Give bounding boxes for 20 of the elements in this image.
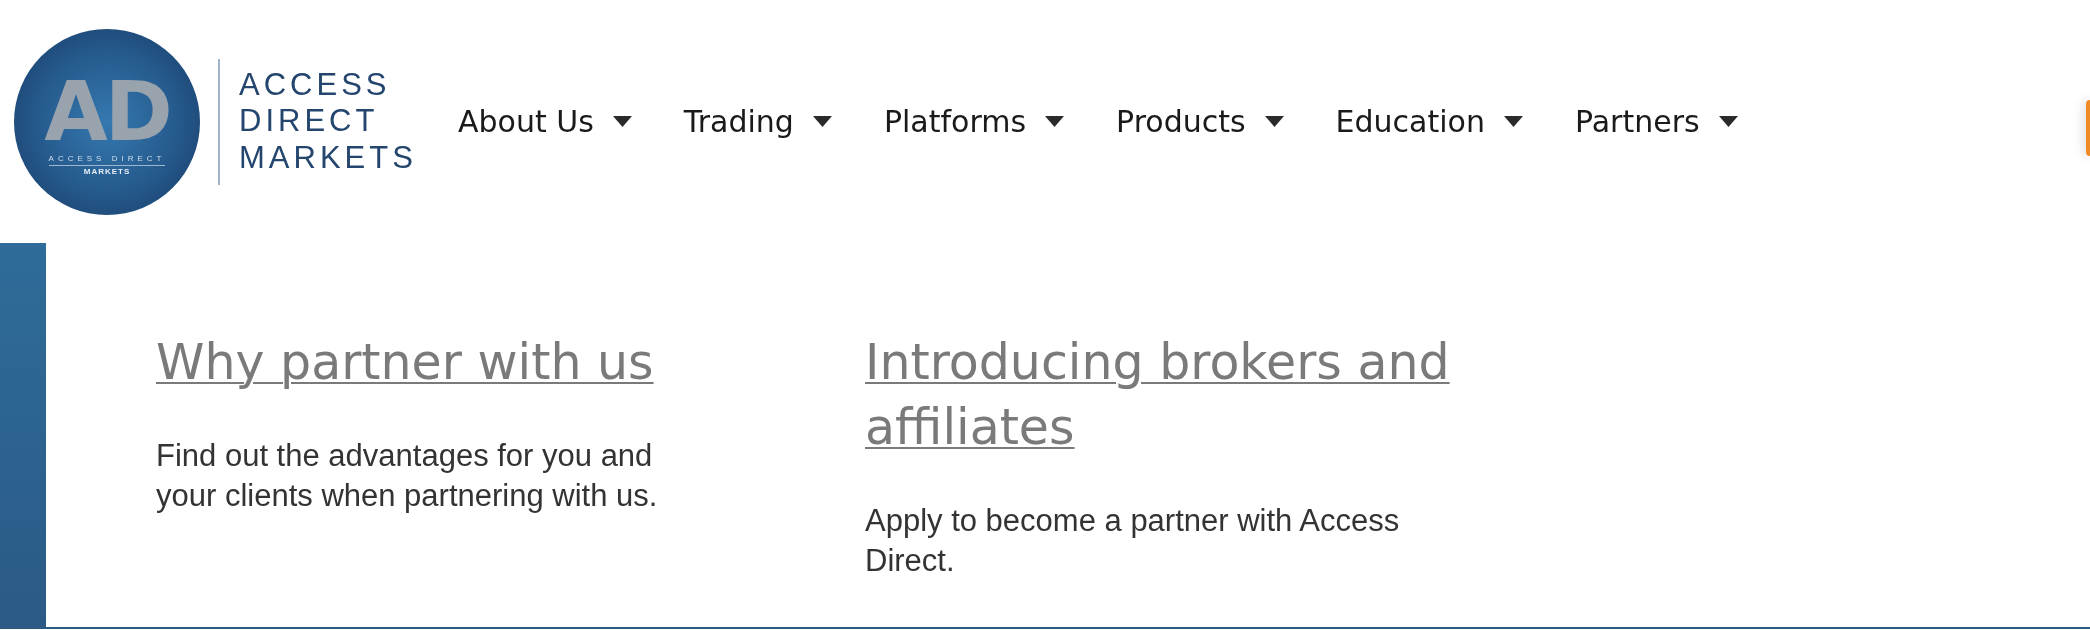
nav-menu-item[interactable]: Platforms — [883, 99, 1065, 144]
caret-icon — [1503, 116, 1523, 127]
logo-monogram: AD — [44, 70, 170, 153]
caret-icon — [1718, 116, 1738, 127]
logo-tagline: ACCESS DIRECT — [48, 154, 166, 166]
heading-link[interactable]: Why partner with us — [156, 330, 716, 395]
logo-wordmark[interactable]: ACCESS DIRECT MARKETS — [239, 66, 417, 177]
logo-subtagline: MARKETS — [83, 167, 131, 176]
caret-icon — [612, 116, 632, 127]
heading-link[interactable]: Introducing brokers and affiliates — [865, 330, 1485, 460]
caret-icon — [1264, 116, 1284, 127]
caret-icon — [1045, 116, 1065, 127]
nav-menu-item[interactable]: Trading — [683, 99, 832, 144]
description-text: Apply to become a partner with Access Direct. — [865, 502, 1401, 580]
caret-icon — [812, 116, 832, 127]
nav-menu-item[interactable]: About Us — [458, 99, 632, 144]
nav-menu-item[interactable]: Partners — [1574, 99, 1738, 144]
nav-menu-item[interactable]: Education — [1335, 99, 1523, 144]
nav-menu-item[interactable]: Products — [1116, 99, 1284, 144]
description-text: Find out the advantages for you and your clients when partnering with us. — [156, 437, 659, 515]
